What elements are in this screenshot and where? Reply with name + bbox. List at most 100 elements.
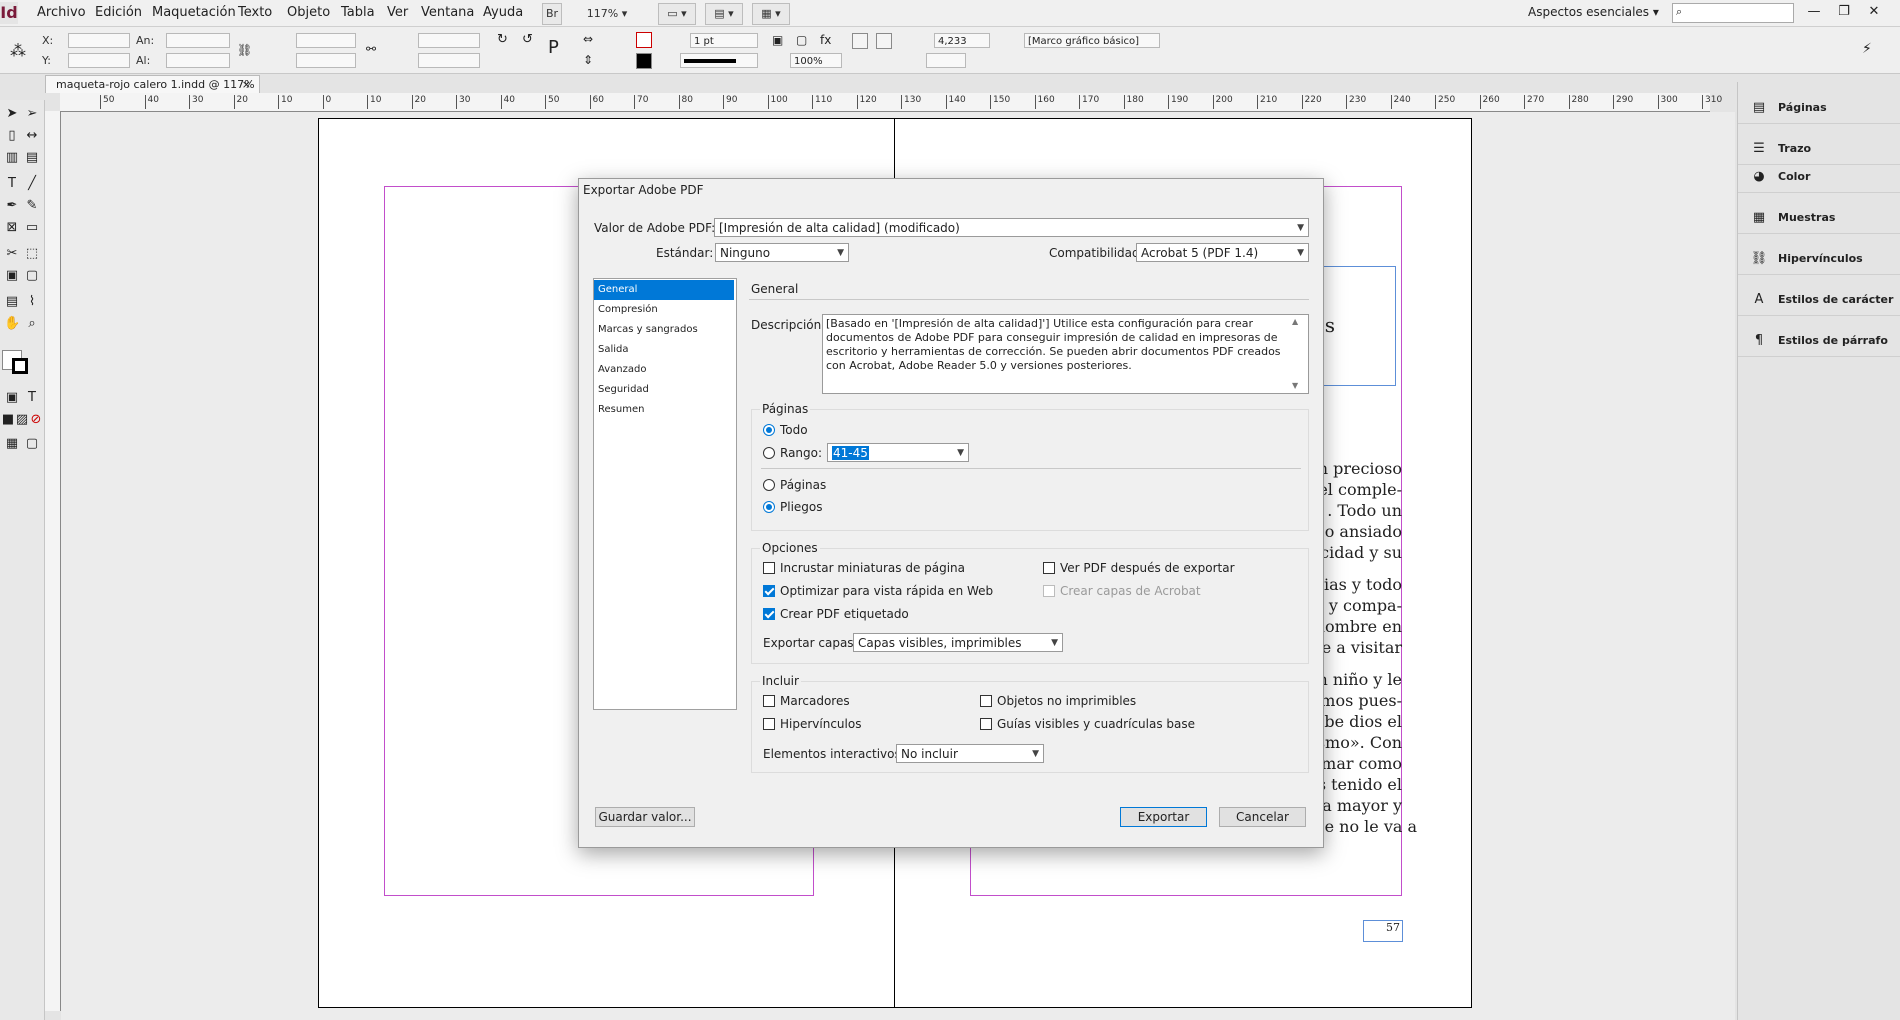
workspace-switcher[interactable]: Aspectos esenciales ▾ bbox=[1528, 5, 1659, 19]
description-text[interactable]: [Basado en '[Impresión de alta calidad]'… bbox=[822, 314, 1309, 394]
width-field[interactable] bbox=[166, 33, 230, 48]
menu-maquetacion[interactable]: Maquetación bbox=[152, 5, 236, 20]
standard-select[interactable]: Ninguno ▼ bbox=[715, 243, 849, 262]
menu-ayuda[interactable]: Ayuda bbox=[483, 5, 523, 20]
stroke-swatch-icon[interactable] bbox=[12, 358, 28, 374]
eyedropper-tool-icon[interactable]: ⌇ bbox=[24, 294, 40, 310]
stroke-swatch-icon[interactable] bbox=[636, 53, 652, 69]
direct-selection-tool-icon[interactable]: ➢ bbox=[24, 106, 40, 122]
export-layers-select[interactable]: Capas visibles, imprimibles ▼ bbox=[853, 633, 1063, 652]
panel-pages[interactable]: ▤ Páginas bbox=[1738, 93, 1900, 124]
normal-view-icon[interactable]: ▦ bbox=[4, 436, 20, 452]
export-button[interactable]: Exportar bbox=[1120, 807, 1207, 827]
line-tool-icon[interactable]: ╱ bbox=[24, 176, 40, 192]
preset-select[interactable]: [Impresión de alta calidad] (modificado)… bbox=[714, 218, 1309, 237]
flip-h-icon[interactable]: ⇔ bbox=[583, 32, 599, 48]
menu-archivo[interactable]: Archivo bbox=[37, 5, 86, 20]
zoom-tool-icon[interactable]: ⌕ bbox=[24, 316, 40, 332]
radio-range[interactable] bbox=[763, 447, 775, 459]
content-placer-icon[interactable]: ▤ bbox=[24, 150, 40, 166]
y-field[interactable] bbox=[68, 53, 130, 68]
scale-x-field[interactable] bbox=[296, 33, 356, 48]
panel-swatches[interactable]: ▦ Muestras bbox=[1738, 203, 1900, 234]
vertical-ruler[interactable] bbox=[45, 111, 61, 1011]
stroke-type-select[interactable] bbox=[680, 53, 758, 68]
panel-para-styles[interactable]: ¶ Estilos de párrafo bbox=[1738, 326, 1900, 357]
scroll-down-icon[interactable]: ▼ bbox=[1292, 381, 1298, 390]
drop-shadow-icon[interactable]: ▣ bbox=[772, 33, 788, 49]
nav-salida[interactable]: Salida bbox=[594, 340, 734, 360]
menu-edicion[interactable]: Edición bbox=[95, 5, 142, 20]
content-collector-icon[interactable]: ▥ bbox=[4, 150, 20, 166]
document-tab[interactable]: maqueta-rojo calero 1.indd @ 117% × bbox=[45, 75, 260, 93]
formatting-text-icon[interactable]: T bbox=[24, 390, 40, 406]
save-preset-button[interactable]: Guardar valor... bbox=[595, 807, 695, 827]
radio-pages[interactable] bbox=[763, 479, 775, 491]
type-tool-icon[interactable]: T bbox=[4, 176, 20, 192]
checkbox-thumbnails[interactable] bbox=[763, 562, 775, 574]
formatting-container-icon[interactable]: ▣ bbox=[4, 390, 20, 406]
scale-y-field[interactable] bbox=[296, 53, 356, 68]
close-tab-icon[interactable]: × bbox=[242, 76, 251, 94]
gradient-swatch-tool-icon[interactable]: ▣ bbox=[4, 268, 20, 284]
checkbox-tagged[interactable] bbox=[763, 608, 775, 620]
gradient-feather-tool-icon[interactable]: ▢ bbox=[24, 268, 40, 284]
nav-general[interactable]: General bbox=[594, 280, 734, 300]
rectangle-frame-tool-icon[interactable]: ⊠ bbox=[4, 220, 20, 236]
page-tool-icon[interactable]: ▯ bbox=[4, 128, 20, 144]
effects-icon[interactable]: ▢ bbox=[796, 33, 812, 49]
panel-stroke[interactable]: ☰ Trazo bbox=[1738, 134, 1900, 165]
close-icon[interactable]: ✕ bbox=[1862, 2, 1886, 22]
range-input[interactable]: 41-45 ▼ bbox=[827, 443, 969, 462]
restore-icon[interactable]: ❐ bbox=[1832, 2, 1856, 22]
shear-field[interactable] bbox=[418, 53, 480, 68]
rotate-ccw-icon[interactable]: ↺ bbox=[522, 32, 538, 48]
interactive-select[interactable]: No incluir ▼ bbox=[896, 744, 1044, 763]
bridge-button[interactable]: Br bbox=[542, 3, 562, 25]
panel-color[interactable]: ◕ Color bbox=[1738, 162, 1900, 193]
nav-seguridad[interactable]: Seguridad bbox=[594, 380, 734, 400]
menu-ver[interactable]: Ver bbox=[387, 5, 408, 20]
note-tool-icon[interactable]: ▤ bbox=[4, 294, 20, 310]
stroke-weight-field[interactable]: 1 pt bbox=[690, 33, 758, 48]
radio-all[interactable] bbox=[763, 424, 775, 436]
constrain-proportions-icon[interactable]: ⛓ bbox=[237, 43, 253, 59]
panel-hyperlinks[interactable]: ⛓ Hipervínculos bbox=[1738, 244, 1900, 275]
menu-tabla[interactable]: Tabla bbox=[341, 5, 375, 20]
free-transform-tool-icon[interactable]: ⬚ bbox=[24, 246, 40, 262]
hand-tool-icon[interactable]: ✋ bbox=[4, 316, 20, 332]
wrap-none-icon[interactable] bbox=[852, 33, 868, 49]
menu-ventana[interactable]: Ventana bbox=[421, 5, 474, 20]
menu-texto[interactable]: Texto bbox=[238, 5, 272, 20]
radio-spreads[interactable] bbox=[763, 501, 775, 513]
frame-style-select[interactable]: [Marco gráfico básico] bbox=[1024, 33, 1160, 48]
horizontal-ruler[interactable]: 50 40 30 20 10 0 10 20 30 40 50 60 70 80 90 100 110 120 13… bbox=[60, 93, 1722, 112]
nav-marcas[interactable]: Marcas y sangrados bbox=[594, 320, 734, 340]
link-scale-icon[interactable]: ⚯ bbox=[366, 42, 382, 58]
nav-avanzado[interactable]: Avanzado bbox=[594, 360, 734, 380]
x-field[interactable] bbox=[68, 33, 130, 48]
checkbox-bookmarks[interactable] bbox=[763, 695, 775, 707]
panel-char-styles[interactable]: A Estilos de carácter bbox=[1738, 285, 1900, 316]
view-options-button[interactable]: ▤ ▾ bbox=[705, 3, 743, 25]
text-path-icon[interactable]: P bbox=[548, 37, 564, 58]
height-field[interactable] bbox=[166, 53, 230, 68]
menu-objeto[interactable]: Objeto bbox=[287, 5, 330, 20]
scissors-tool-icon[interactable]: ✂ bbox=[4, 246, 20, 262]
flip-v-icon[interactable]: ⇕ bbox=[583, 53, 599, 69]
checkbox-nonprinting[interactable] bbox=[980, 695, 992, 707]
nav-resumen[interactable]: Resumen bbox=[594, 400, 734, 420]
preview-view-icon[interactable]: ▢ bbox=[24, 436, 40, 452]
pen-tool-icon[interactable]: ✒ bbox=[4, 198, 20, 214]
checkbox-fastweb[interactable] bbox=[763, 585, 775, 597]
cancel-button[interactable]: Cancelar bbox=[1219, 807, 1306, 827]
minimize-icon[interactable]: — bbox=[1802, 2, 1826, 22]
reference-point-icon[interactable]: ⁂ bbox=[10, 41, 32, 61]
rotate-cw-icon[interactable]: ↻ bbox=[497, 32, 513, 48]
fx-icon[interactable]: fx bbox=[820, 33, 836, 49]
nav-compresion[interactable]: Compresión bbox=[594, 300, 734, 320]
apply-none-icon[interactable]: ⊘ bbox=[28, 412, 44, 428]
fill-swatch-icon[interactable] bbox=[636, 32, 652, 48]
corner-select[interactable] bbox=[926, 53, 966, 68]
search-input[interactable]: ⌕ bbox=[1672, 3, 1794, 23]
